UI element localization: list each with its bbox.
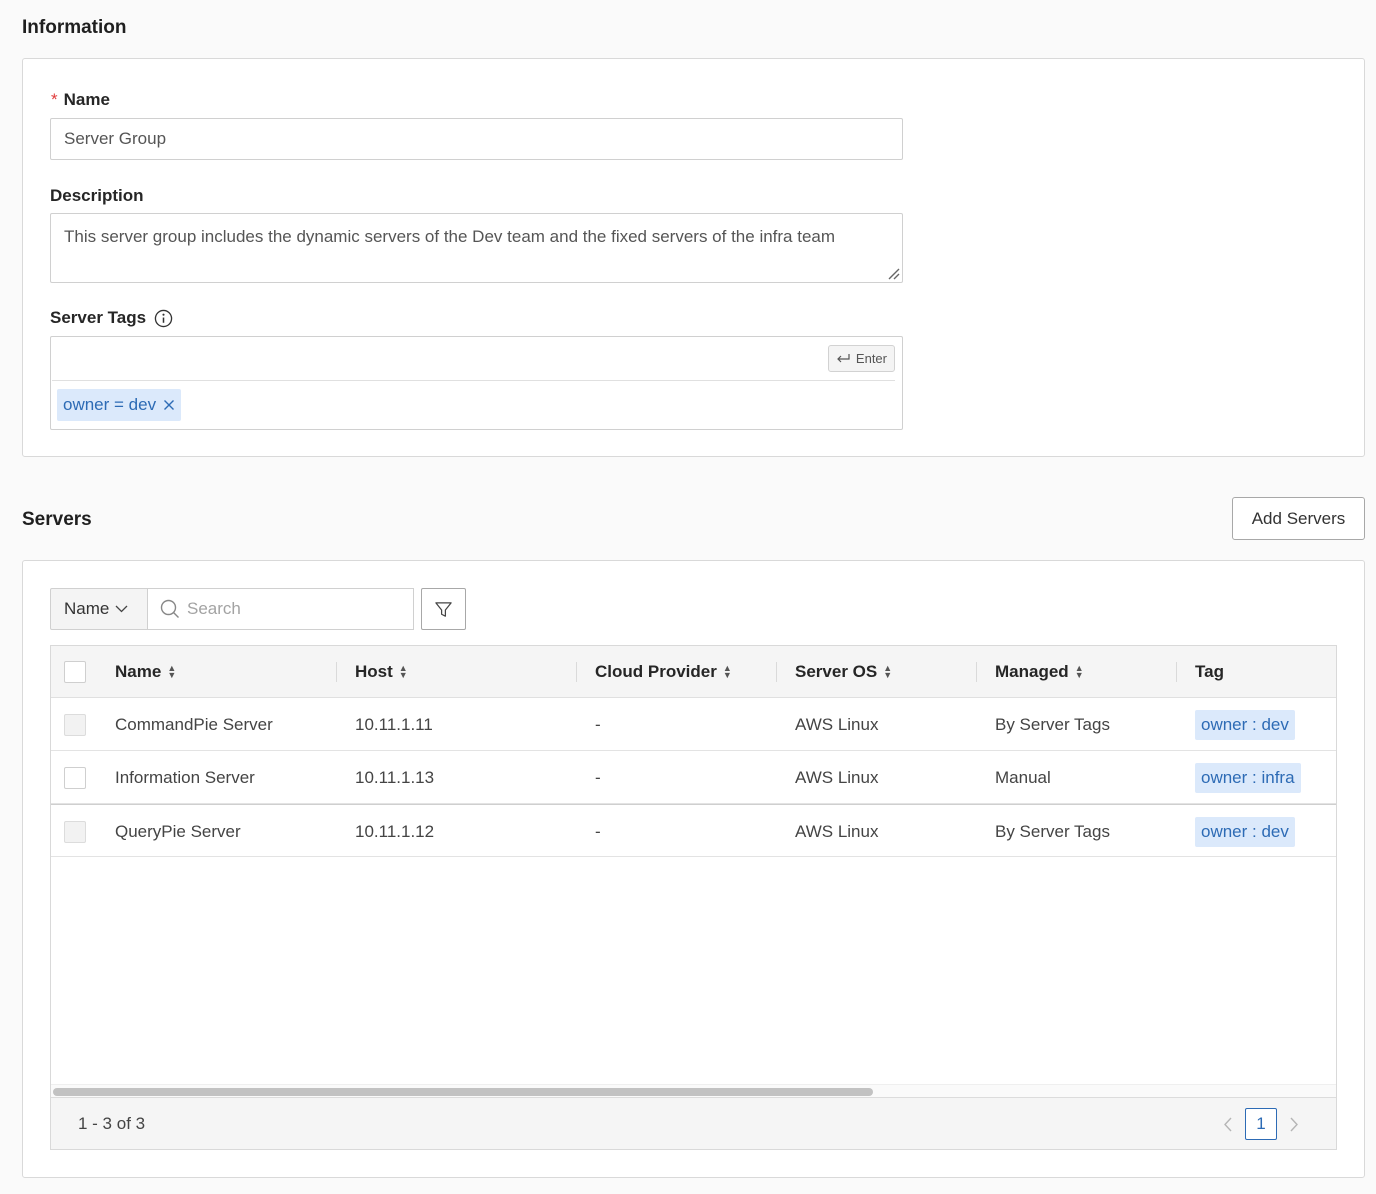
server-tags-label: Server Tags [50,308,173,328]
server-tags-label-text: Server Tags [50,308,147,327]
column-divider [776,662,777,682]
filter-button[interactable] [421,588,466,630]
tag-chip: owner = dev [57,389,182,421]
servers-table: Name ▲ ▼ Host ▲ ▼ Cloud Provider ▲ ▼ Server OS… [50,645,1337,1150]
row-host: 10.11.1.12 [355,821,435,841]
row-name: Information Server [115,767,255,787]
select-all-checkbox[interactable] [64,661,86,683]
row-name: CommandPie Server [115,714,273,734]
column-divider [576,662,577,682]
add-servers-button[interactable]: Add Servers [1232,497,1365,540]
description-label: Description [50,186,144,205]
column-header-host[interactable]: Host ▲ ▼ [355,646,408,698]
row-host: 10.11.1.13 [355,767,435,787]
chevron-left-icon[interactable] [1223,1117,1233,1132]
column-divider [1176,662,1177,682]
tag-chip-label: owner = dev [63,395,157,414]
info-circle-icon[interactable] [154,309,173,328]
enter-button[interactable]: Enter [827,345,895,372]
server-tags-box: Enter owner = dev [50,336,903,430]
row-tag-chip: owner : infra [1195,762,1301,793]
resize-handle-icon[interactable] [886,266,900,280]
sort-icon: ▲ ▼ [1074,663,1084,680]
sort-icon: ▲ ▼ [883,663,893,680]
table-row[interactable]: CommandPie Server 10.11.1.11 - AWS Linux… [51,698,1336,751]
search-input[interactable]: Search [148,588,414,630]
chevron-right-icon[interactable] [1289,1117,1299,1132]
enter-label: Enter [855,351,887,366]
filter-field-value: Name [64,599,110,618]
row-cloud-provider: - [595,821,601,841]
search-icon [160,599,179,618]
row-tag-chip: owner : dev [1195,816,1295,847]
servers-card: Name Search Name ▲ ▼ Host ▲ ▼ Cloud Provider… [22,560,1365,1178]
sort-icon: ▲ ▼ [722,663,732,680]
name-label-text: Name [63,90,110,109]
name-label: * Name [51,90,110,110]
column-cloud-label: Cloud Provider [595,662,717,681]
page-button-current[interactable]: 1 [1245,1108,1277,1140]
sort-icon: ▲ ▼ [398,663,408,680]
column-divider [976,662,977,682]
close-icon[interactable] [163,399,175,411]
row-managed: Manual [995,767,1051,787]
row-tag-chip: owner : dev [1195,709,1295,740]
column-name-label: Name [115,662,162,681]
row-managed: By Server Tags [995,821,1110,841]
row-checkbox[interactable] [64,767,86,789]
filter-icon [435,601,452,617]
table-row[interactable]: QueryPie Server 10.11.1.12 - AWS Linux B… [51,804,1336,857]
row-cloud-provider: - [595,714,601,734]
row-server-os: AWS Linux [795,714,879,734]
row-name: QueryPie Server [115,821,241,841]
row-tag: owner : dev [1195,805,1295,858]
column-header-name[interactable]: Name ▲ ▼ [115,646,177,698]
pagination-summary: 1 - 3 of 3 [78,1114,146,1133]
server-tags-input[interactable] [52,337,895,381]
table-row[interactable]: Information Server 10.11.1.13 - AWS Linu… [51,751,1336,804]
column-header-cloud-provider[interactable]: Cloud Provider ▲ ▼ [595,646,732,698]
row-managed: By Server Tags [995,714,1110,734]
sort-icon: ▲ ▼ [167,663,177,680]
column-os-label: Server OS [795,662,878,681]
horizontal-scrollbar-track[interactable] [51,1084,1336,1098]
horizontal-scrollbar-thumb[interactable] [53,1088,873,1096]
row-checkbox [64,821,86,843]
information-title: Information [22,17,127,38]
column-header-managed[interactable]: Managed ▲ ▼ [995,646,1084,698]
column-tag-label: Tag [1195,662,1224,681]
row-tag: owner : dev [1195,698,1295,751]
filter-field-select[interactable]: Name [50,588,148,630]
row-tag: owner : infra [1195,751,1301,804]
row-cloud-provider: - [595,767,601,787]
required-marker: * [51,90,58,109]
servers-title: Servers [22,509,92,530]
row-host: 10.11.1.11 [355,714,433,734]
name-input[interactable]: Server Group [50,118,903,160]
name-input-value: Server Group [64,129,167,148]
search-placeholder: Search [187,599,241,618]
column-header-tag: Tag [1195,646,1224,698]
description-textarea[interactable]: This server group includes the dynamic s… [50,213,903,283]
column-host-label: Host [355,662,393,681]
information-card: * Name Server Group Description This serv… [22,58,1365,457]
row-server-os: AWS Linux [795,821,879,841]
row-server-os: AWS Linux [795,767,879,787]
enter-return-icon [837,354,850,363]
row-checkbox [64,714,86,736]
column-managed-label: Managed [995,662,1069,681]
table-footer: 1 - 3 of 3 1 [51,1097,1336,1149]
table-header: Name ▲ ▼ Host ▲ ▼ Cloud Provider ▲ ▼ Server OS… [51,646,1336,698]
column-header-server-os[interactable]: Server OS ▲ ▼ [795,646,893,698]
column-divider [336,662,337,682]
chevron-down-icon [115,605,128,613]
description-value: This server group includes the dynamic s… [64,227,836,246]
